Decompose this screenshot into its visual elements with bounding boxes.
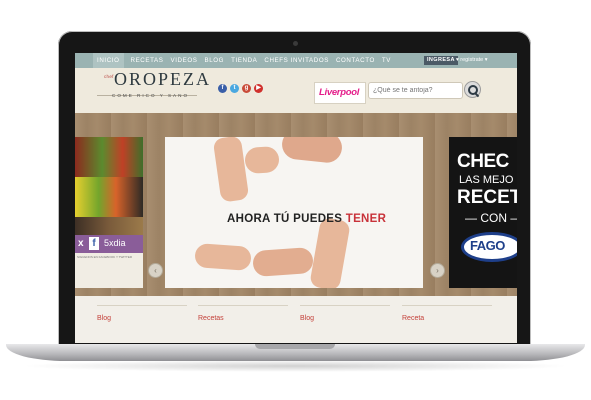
nav-item-blog[interactable]: BLOG <box>204 57 224 64</box>
slide-text-line: — CON — <box>465 211 517 225</box>
column-title-recetas[interactable]: Recetas <box>198 315 224 322</box>
camera-icon <box>293 41 298 46</box>
laptop-notch <box>255 344 335 349</box>
carousel-slide-previous[interactable]: x f 5xdia SIGUENOS EN FACEBOOK Y TWITTER <box>75 137 143 288</box>
vegetables-image <box>75 177 143 217</box>
laptop-screen: INICIO RECETAS VIDEOS BLOG TIENDA CHEFS … <box>75 53 517 343</box>
facebook-icon[interactable]: f <box>218 84 227 93</box>
vegetables-image <box>75 137 143 177</box>
site-header: chef OROPEZA COME RICO Y SANO f t g ▶ Li… <box>75 68 517 113</box>
hero-carousel: x f 5xdia SIGUENOS EN FACEBOOK Y TWITTER… <box>75 113 517 296</box>
social-hashtag: 5xdia <box>104 238 126 248</box>
column-divider <box>402 305 492 306</box>
hand-image <box>194 243 252 271</box>
column-title-receta[interactable]: Receta <box>402 315 424 322</box>
banner-brand: Liverpool <box>319 87 360 98</box>
login-button[interactable]: INGRESA <box>424 56 458 65</box>
social-strip: x f 5xdia <box>75 235 143 253</box>
slide-headline-black: AHORA TÚ PUEDES <box>227 213 343 225</box>
hand-image <box>212 137 250 203</box>
hand-image <box>252 246 314 278</box>
slide-text-line: LAS MEJO <box>459 174 514 186</box>
carousel-next-button[interactable]: › <box>430 263 445 278</box>
carousel-slide-active[interactable]: AHORA TÚ PUEDES TENER <box>165 137 423 288</box>
top-nav: INICIO RECETAS VIDEOS BLOG TIENDA CHEFS … <box>75 53 517 68</box>
nav-item-tv[interactable]: TV <box>382 57 391 64</box>
column-divider <box>198 305 288 306</box>
search-button[interactable] <box>464 81 481 98</box>
laptop-shadow <box>20 360 571 372</box>
column-title-blog[interactable]: Blog <box>300 315 314 322</box>
carousel-slide-next[interactable]: CHEC LAS MEJO RECETA — CON — FAGO <box>449 137 517 288</box>
slide-headline: AHORA TÚ PUEDES TENER <box>227 213 386 225</box>
column-title-blog[interactable]: Blog <box>97 315 111 322</box>
column-divider <box>97 305 187 306</box>
logo-prefix: chef <box>104 74 114 79</box>
google-plus-icon[interactable]: g <box>242 84 251 93</box>
slide-text-line: RECETA <box>457 187 517 208</box>
twitter-icon[interactable]: t <box>230 84 239 93</box>
hand-image <box>280 137 344 165</box>
fine-print: SIGUENOS EN FACEBOOK Y TWITTER <box>77 255 133 259</box>
nav-item-inicio[interactable]: INICIO <box>93 53 124 68</box>
social-x: x <box>78 238 84 249</box>
vegetables-image <box>75 217 143 235</box>
nav-menu: INICIO RECETAS VIDEOS BLOG TIENDA CHEFS … <box>93 53 398 68</box>
site-logo[interactable]: OROPEZA <box>114 69 211 90</box>
register-label: registrate <box>460 57 484 63</box>
search-icon-handle <box>474 92 480 98</box>
content-columns: Blog Recetas Blog Receta <box>75 296 517 343</box>
fagor-logo: FAGO <box>461 232 517 262</box>
nav-item-recetas[interactable]: RECETAS <box>131 57 164 64</box>
column-divider <box>300 305 390 306</box>
nav-item-videos[interactable]: VIDEOS <box>170 57 197 64</box>
search-input[interactable] <box>368 82 463 99</box>
facebook-icon: f <box>89 237 99 250</box>
register-link[interactable]: ▾ registrate ▾ <box>456 56 488 65</box>
slide-text-line: CHEC <box>457 151 509 172</box>
hand-image <box>309 216 351 288</box>
site-tagline: COME RICO Y SANO <box>112 93 190 98</box>
slide-caption: SIGUENOS EN FACEBOOK Y TWITTER <box>75 253 143 288</box>
liverpool-banner[interactable]: Liverpool <box>314 82 366 104</box>
nav-item-contacto[interactable]: CONTACTO <box>336 57 375 64</box>
hand-image <box>244 145 280 175</box>
slide-headline-red: TENER <box>345 213 387 225</box>
youtube-icon[interactable]: ▶ <box>254 84 263 93</box>
nav-item-tienda[interactable]: TIENDA <box>231 57 257 64</box>
nav-item-chefs-invitados[interactable]: CHEFS INVITADOS <box>264 57 329 64</box>
fagor-logo-text: FAGO <box>470 238 505 253</box>
carousel-prev-button[interactable]: ‹ <box>148 263 163 278</box>
